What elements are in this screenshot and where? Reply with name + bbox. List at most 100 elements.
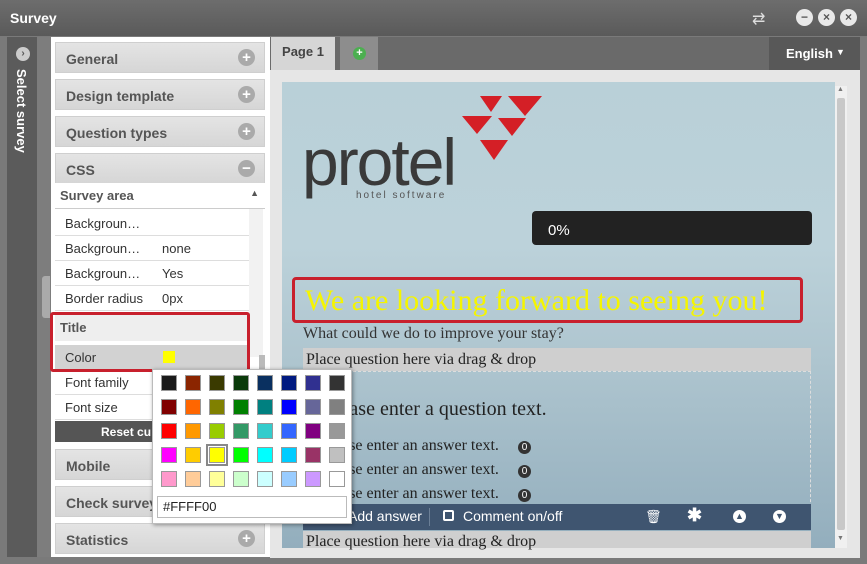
answer-badge: 0: [518, 465, 531, 478]
section-general[interactable]: General +: [55, 42, 265, 73]
color-swatch[interactable]: [257, 375, 273, 391]
color-swatch[interactable]: [185, 423, 201, 439]
scroll-down-icon[interactable]: ▼: [837, 535, 844, 542]
color-swatch[interactable]: [329, 375, 345, 391]
plus-icon[interactable]: +: [238, 123, 255, 140]
plus-icon[interactable]: +: [238, 530, 255, 547]
answer-text[interactable]: ease enter an answer text.: [335, 461, 499, 479]
question-text[interactable]: lease enter a question text.: [335, 398, 547, 421]
language-select[interactable]: English ▼: [769, 37, 860, 70]
asterisk-icon[interactable]: ✱: [687, 505, 702, 526]
color-swatch[interactable]: [329, 471, 345, 487]
prop-row[interactable]: Font family: [55, 370, 155, 395]
color-swatch[interactable]: [185, 471, 201, 487]
answer-text[interactable]: ease enter an answer text.: [335, 437, 499, 455]
chevron-right-icon[interactable]: ›: [16, 47, 30, 61]
color-swatch[interactable]: [257, 447, 273, 463]
dropzone-top[interactable]: Place question here via drag & drop: [303, 348, 811, 371]
color-swatch[interactable]: [185, 375, 201, 391]
color-swatch[interactable]: [209, 375, 225, 391]
logo-subtext: hotel software: [356, 190, 447, 201]
swap-icon[interactable]: ⇄: [752, 9, 765, 29]
color-swatch[interactable]: [233, 375, 249, 391]
prop-row[interactable]: Backgroun… none: [55, 236, 249, 261]
color-swatch[interactable]: [185, 399, 201, 415]
scroll-up-icon[interactable]: ▲: [837, 86, 844, 93]
close-icon[interactable]: ×: [840, 9, 857, 26]
trash-icon[interactable]: 🗑: [645, 509, 662, 525]
section-question-types[interactable]: Question types +: [55, 116, 265, 147]
color-swatch[interactable]: [305, 423, 321, 439]
color-swatch[interactable]: [206, 444, 228, 466]
color-swatch[interactable]: [257, 399, 273, 415]
tab-label: Page 1: [282, 44, 324, 59]
color-swatch[interactable]: [161, 375, 177, 391]
color-swatch[interactable]: [281, 423, 297, 439]
color-swatch[interactable]: [281, 375, 297, 391]
minimize-icon[interactable]: −: [796, 9, 813, 26]
color-swatch[interactable]: [161, 423, 177, 439]
maximize-icon[interactable]: ×: [818, 9, 835, 26]
select-survey-strip[interactable]: › Select survey: [7, 37, 37, 557]
answer-badge: 0: [518, 441, 531, 454]
prop-label: Backgroun…: [65, 241, 141, 256]
scroll-thumb-small[interactable]: [259, 355, 265, 369]
color-swatch[interactable]: [257, 423, 273, 439]
color-swatch[interactable]: [329, 447, 345, 463]
color-swatch[interactable]: [161, 447, 177, 463]
survey-area-label: Survey area: [60, 188, 134, 203]
answer-text[interactable]: ease enter an answer text.: [335, 485, 499, 503]
color-picker[interactable]: #FFFF00: [152, 369, 352, 524]
color-swatch[interactable]: [161, 471, 177, 487]
color-swatch[interactable]: [233, 423, 249, 439]
checkbox-icon[interactable]: [443, 510, 454, 521]
color-swatch[interactable]: [209, 423, 225, 439]
section-label: CSS: [66, 162, 95, 178]
color-swatch[interactable]: [209, 399, 225, 415]
section-label: General: [66, 51, 119, 67]
scroll-up-icon[interactable]: ▲: [250, 188, 259, 198]
survey-title-box[interactable]: We are looking forward to seeing you!: [292, 277, 803, 323]
color-swatch[interactable]: [281, 471, 297, 487]
plus-icon[interactable]: +: [238, 49, 255, 66]
color-swatch[interactable]: [185, 447, 201, 463]
prop-row[interactable]: Backgroun…: [55, 211, 249, 236]
properties-scrollbar[interactable]: [249, 209, 263, 357]
prop-row[interactable]: Backgroun… Yes: [55, 261, 249, 286]
move-down-icon[interactable]: ▼: [773, 510, 786, 523]
add-answer-button[interactable]: Add answer: [348, 508, 422, 524]
canvas-scroll-thumb[interactable]: [837, 98, 845, 530]
color-swatch[interactable]: [209, 471, 225, 487]
hex-color-input[interactable]: #FFFF00: [157, 496, 347, 518]
prop-row[interactable]: Border radius 0px: [55, 286, 249, 311]
color-swatch[interactable]: [329, 423, 345, 439]
collapse-handle[interactable]: [42, 276, 50, 318]
section-statistics[interactable]: Statistics +: [55, 523, 265, 554]
color-swatch[interactable]: [305, 375, 321, 391]
move-up-icon[interactable]: ▲: [733, 510, 746, 523]
color-swatch[interactable]: [281, 399, 297, 415]
add-page-button[interactable]: +: [340, 37, 378, 70]
reset-button[interactable]: Reset cu: [55, 421, 153, 442]
color-swatch[interactable]: [161, 399, 177, 415]
prop-row[interactable]: Font size: [55, 395, 155, 420]
color-swatch[interactable]: [305, 447, 321, 463]
color-swatch[interactable]: [233, 399, 249, 415]
minus-icon[interactable]: −: [238, 160, 255, 177]
color-swatch[interactable]: [257, 471, 273, 487]
color-swatch[interactable]: [233, 471, 249, 487]
color-swatch[interactable]: [233, 447, 249, 463]
select-survey-label[interactable]: Select survey: [7, 67, 37, 187]
language-label: English: [786, 46, 833, 61]
color-swatch[interactable]: [329, 399, 345, 415]
section-css[interactable]: CSS −: [55, 153, 265, 184]
section-design-template[interactable]: Design template +: [55, 79, 265, 110]
prop-label: Font family: [65, 375, 129, 390]
color-swatch[interactable]: [281, 447, 297, 463]
color-swatch[interactable]: [305, 471, 321, 487]
color-swatch[interactable]: [305, 399, 321, 415]
dropzone-bottom[interactable]: Place question here via drag & drop: [303, 531, 811, 550]
plus-icon[interactable]: +: [238, 86, 255, 103]
comment-toggle[interactable]: Comment on/off: [463, 508, 562, 524]
tab-page-1[interactable]: Page 1: [271, 37, 335, 70]
